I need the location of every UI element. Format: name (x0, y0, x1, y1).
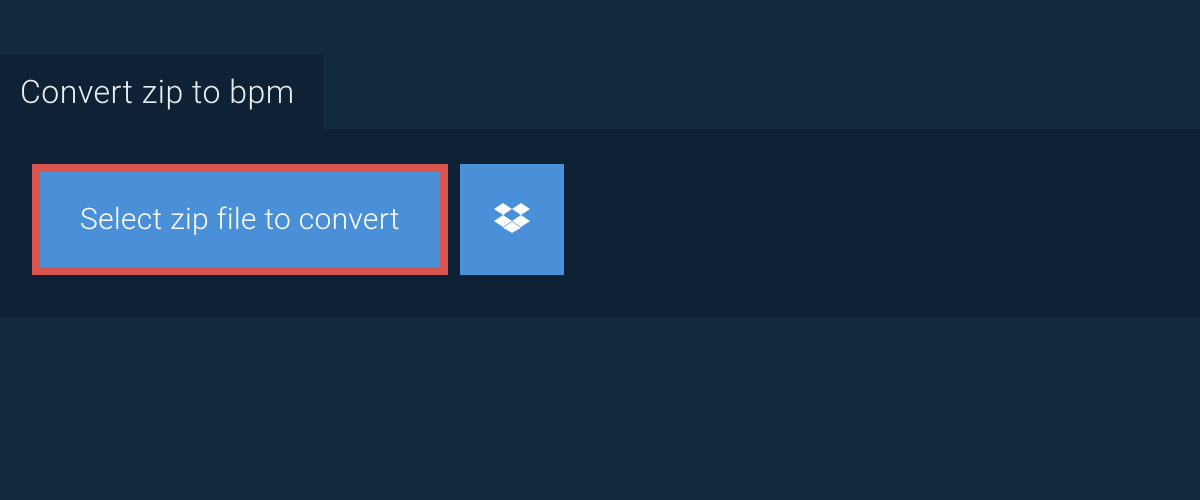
select-file-label: Select zip file to convert (80, 202, 400, 237)
dropbox-button[interactable] (460, 164, 564, 275)
select-file-button[interactable]: Select zip file to convert (32, 164, 448, 275)
tab-convert[interactable]: Convert zip to bpm (0, 55, 323, 129)
button-row: Select zip file to convert (32, 164, 1168, 275)
tab-title: Convert zip to bpm (20, 73, 295, 111)
dropbox-icon (494, 200, 530, 239)
conversion-panel: Select zip file to convert (0, 129, 1200, 317)
